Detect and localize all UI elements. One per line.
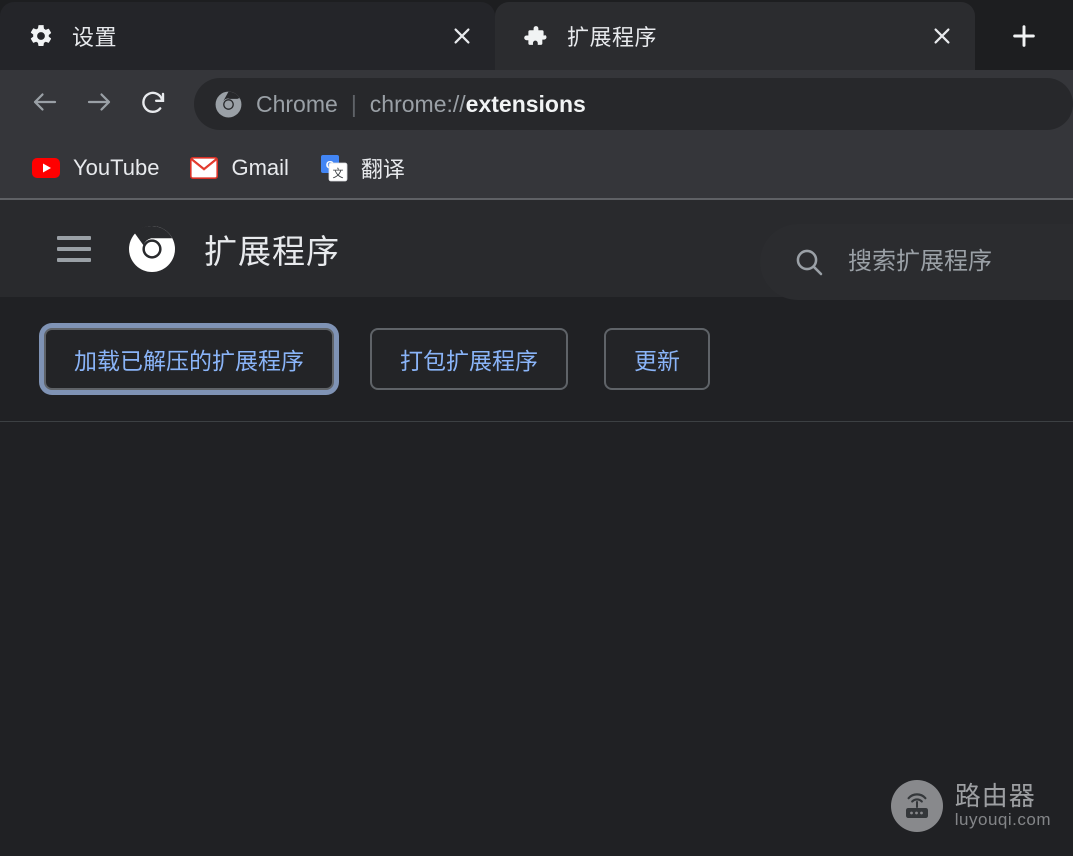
omnibox-url-highlight: extensions [465, 90, 586, 117]
reload-icon [138, 87, 168, 122]
extensions-action-toolbar: 加载已解压的扩展程序 打包扩展程序 更新 [0, 297, 1073, 422]
omnibox-separator: | [350, 90, 357, 117]
puzzle-piece-icon [523, 23, 549, 49]
new-tab-button[interactable] [975, 2, 1073, 70]
bookmark-gmail[interactable]: Gmail [176, 146, 301, 190]
extensions-header: 扩展程序 [0, 200, 1073, 300]
search-icon [792, 245, 826, 279]
gmail-icon [189, 153, 219, 183]
chrome-logo-icon [214, 90, 242, 118]
close-icon[interactable] [445, 19, 479, 53]
address-bar[interactable]: Chrome | chrome://extensions [194, 78, 1073, 130]
tab-title: 设置 [72, 25, 118, 50]
browser-toolbar: Chrome | chrome://extensions [0, 70, 1073, 138]
hamburger-bar [57, 235, 91, 240]
svg-text:文: 文 [332, 166, 343, 180]
extensions-list: 路由器 luyouqi.com [0, 422, 1073, 852]
bookmark-label: Gmail [231, 155, 289, 180]
search-input[interactable] [848, 248, 1073, 276]
chrome-logo-icon [128, 225, 176, 273]
close-icon[interactable] [925, 19, 959, 53]
omnibox-url: chrome://extensions [370, 91, 586, 118]
reload-button[interactable] [126, 77, 180, 131]
hamburger-menu-icon[interactable] [52, 227, 96, 271]
tab-strip: 设置 扩展程序 [0, 0, 1073, 70]
hamburger-bar [57, 257, 91, 262]
bookmark-translate[interactable]: G 文 翻译 [306, 146, 418, 190]
omnibox-scheme-label: Chrome [256, 90, 338, 117]
back-button[interactable] [18, 77, 72, 131]
extensions-page: 扩展程序 加载已解压的扩展程序 打包扩展程序 更新 [0, 200, 1073, 853]
hamburger-bar [57, 246, 91, 251]
pack-extension-button[interactable]: 打包扩展程序 [370, 328, 568, 390]
tab-settings[interactable]: 设置 [0, 2, 495, 70]
watermark-url: luyouqi.com [954, 809, 1051, 829]
watermark: 路由器 luyouqi.com [890, 780, 1051, 832]
arrow-right-icon [84, 87, 114, 122]
watermark-text: 路由器 luyouqi.com [955, 783, 1051, 828]
bookmark-youtube[interactable]: YouTube [18, 146, 172, 190]
page-title: 扩展程序 [204, 232, 340, 270]
gear-icon [28, 23, 54, 49]
forward-button[interactable] [72, 77, 126, 131]
tab-extensions[interactable]: 扩展程序 [495, 2, 975, 70]
watermark-name: 路由器 [954, 781, 1036, 812]
tab-title: 扩展程序 [567, 25, 658, 50]
google-translate-icon: G 文 [319, 153, 349, 183]
router-icon [890, 780, 943, 832]
search-extensions-box[interactable] [760, 224, 1073, 300]
bookmark-label: YouTube [73, 155, 160, 180]
youtube-icon [31, 153, 61, 183]
load-unpacked-button[interactable]: 加载已解压的扩展程序 [44, 328, 334, 390]
bookmark-label: 翻译 [360, 157, 405, 182]
arrow-left-icon [30, 87, 60, 122]
bookmarks-bar: YouTube Gmail G 文 翻译 [0, 138, 1073, 200]
update-button[interactable]: 更新 [604, 328, 710, 390]
omnibox-url-prefix: chrome:// [369, 90, 466, 117]
